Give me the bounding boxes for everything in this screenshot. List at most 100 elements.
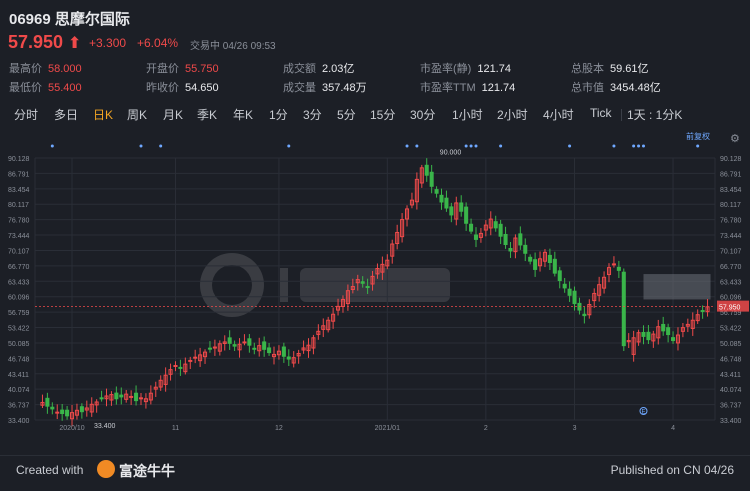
y-tick-right: 40.074 [720, 387, 742, 394]
y-tick-left: 70.107 [8, 248, 30, 255]
tab-weekly-k[interactable]: 周K [127, 106, 147, 123]
candle-body [700, 310, 705, 313]
stat-value: 58.000 [48, 63, 82, 75]
stat-label: 市盈率TTM [420, 82, 476, 94]
tab-1day-1min[interactable]: 1天 : 1分K [627, 106, 682, 123]
candle-body [65, 409, 70, 417]
event-dot-marker [159, 144, 163, 148]
y-tick-right: 50.085 [720, 341, 742, 348]
trade-time: 交易中 04/26 09:53 [190, 41, 276, 52]
stat-turnover: 成交额 2.03亿 [283, 60, 354, 76]
tab-tick[interactable]: Tick [590, 106, 612, 120]
tab-quarterly-k[interactable]: 季K [197, 106, 217, 123]
tab-3min[interactable]: 3分 [303, 106, 322, 123]
tab-intraday[interactable]: 分时 [14, 106, 38, 123]
stat-label: 最高价 [9, 63, 42, 75]
event-dot-marker [474, 144, 478, 148]
event-dot-marker [139, 144, 143, 148]
candle-body [518, 233, 523, 246]
candle-body [227, 337, 232, 344]
tab-15min[interactable]: 15分 [370, 106, 395, 123]
candle-body [55, 411, 60, 414]
candle-body [562, 283, 567, 289]
event-dot-marker [568, 144, 572, 148]
x-tick-label: 2021/01 [375, 425, 400, 432]
stat-prev-close: 昨收价 54.650 [146, 79, 219, 95]
y-tick-right: 43.411 [720, 372, 741, 379]
candle-body [582, 313, 587, 317]
stat-label: 总股本 [571, 63, 604, 75]
candle-body [666, 327, 671, 336]
x-tick-label: 2 [484, 425, 488, 432]
y-tick-right: 66.770 [720, 264, 742, 271]
candle-body [449, 206, 454, 216]
tab-5min[interactable]: 5分 [337, 106, 356, 123]
stat-low: 最低价 55.400 [9, 79, 82, 95]
stat-high: 最高价 58.000 [9, 60, 82, 76]
y-tick-right: 83.454 [720, 187, 742, 194]
min-price-label: 33.400 [94, 423, 116, 430]
event-dot-marker [499, 144, 503, 148]
y-tick-left: 46.748 [8, 356, 30, 363]
y-tick-right: 73.444 [720, 233, 742, 240]
candle-body [439, 194, 444, 203]
stock-title: 06969 思摩尔国际 [9, 11, 130, 28]
highlight-box [643, 274, 711, 300]
kline-chart[interactable]: 90.128 90.128 86.791 86.791 83.454 83.454 80.1… [0, 130, 750, 452]
candle-body [616, 266, 621, 271]
candle-body [552, 258, 557, 274]
candle-body [281, 346, 286, 357]
stat-value: 55.750 [185, 63, 219, 75]
candle-body [621, 271, 626, 347]
tab-30min[interactable]: 30分 [410, 106, 435, 123]
candle-body [557, 270, 562, 282]
y-tick-left: 73.444 [8, 233, 30, 240]
x-tick-label: 4 [671, 425, 675, 432]
candle-body [533, 259, 538, 270]
candle-body [661, 323, 666, 332]
tab-yearly-k[interactable]: 年K [233, 106, 253, 123]
event-dot-marker [287, 144, 291, 148]
tab-daily-k[interactable]: 日K [93, 106, 113, 123]
candle-body [99, 397, 104, 400]
tab-2hour[interactable]: 2小时 [497, 106, 528, 123]
stat-pe-static: 市盈率(静) 121.74 [420, 60, 511, 76]
stat-market-cap: 总市值 3454.48亿 [571, 79, 661, 95]
candle-body [129, 395, 134, 398]
stat-value: 357.48万 [322, 82, 367, 94]
y-tick-right: 63.433 [720, 279, 742, 286]
candle-body [193, 356, 198, 359]
y-tick-right: 46.748 [720, 356, 742, 363]
candle-body [262, 341, 267, 350]
current-price: 57.950 [8, 32, 64, 52]
quote-header: 06969 思摩尔国际 57.950 ⬆ +3.300 +6.04% 交易中 0… [0, 0, 750, 98]
y-tick-right: 80.117 [720, 202, 741, 209]
candle-body [207, 347, 212, 350]
event-dot-marker [696, 144, 700, 148]
watermark-logo [200, 253, 450, 317]
y-tick-right: 36.737 [720, 403, 742, 410]
stat-shares: 总股本 59.61亿 [571, 60, 649, 76]
y-tick-right: 90.128 [720, 156, 742, 163]
y-tick-left: 76.780 [8, 218, 30, 225]
y-tick-left: 40.074 [8, 387, 30, 394]
candle-body [523, 244, 528, 254]
y-tick-left: 66.770 [8, 264, 30, 271]
tab-1hour[interactable]: 1小时 [452, 106, 483, 123]
y-tick-right: 86.791 [720, 171, 742, 178]
tab-monthly-k[interactable]: 月K [163, 106, 183, 123]
candle-body [60, 409, 65, 415]
y-tick-left: 83.454 [8, 187, 30, 194]
tab-4hour[interactable]: 4小时 [543, 106, 574, 123]
candle-body [469, 223, 474, 232]
candle-body [138, 397, 144, 400]
stat-open: 开盘价 55.750 [146, 60, 219, 76]
tab-multiday[interactable]: 多日 [54, 106, 78, 123]
tab-1min[interactable]: 1分 [269, 106, 288, 123]
candle-body [114, 392, 119, 400]
up-arrow-icon: ⬆ [68, 35, 82, 52]
stat-label: 总市值 [571, 82, 604, 94]
candle-body [498, 223, 503, 237]
candle-body [641, 331, 646, 337]
price-change: +3.300 [89, 36, 127, 50]
